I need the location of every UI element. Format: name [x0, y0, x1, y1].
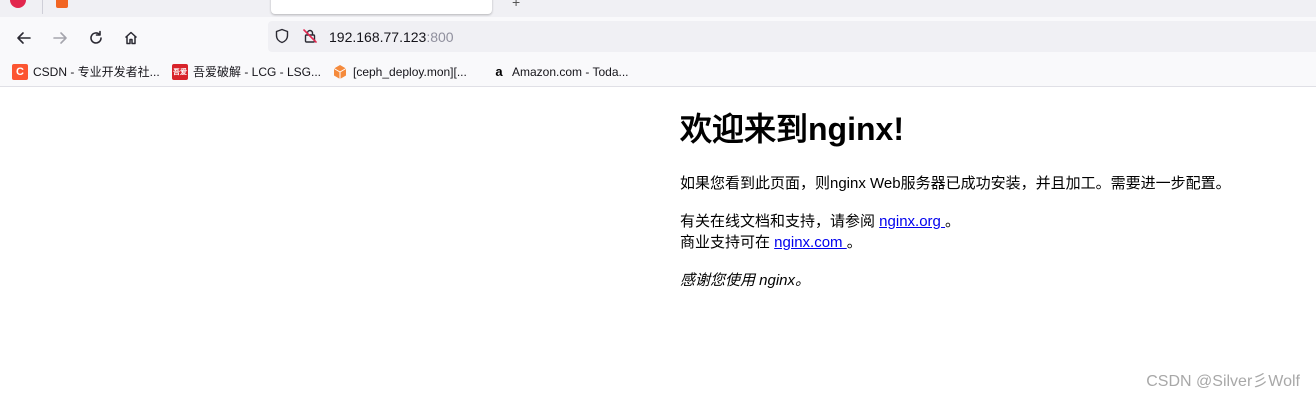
csdn-tab-icon	[56, 0, 68, 8]
commercial-text: 商业支持可在	[680, 234, 775, 251]
bookmark-52pojie[interactable]: 吾爱 吾爱破解 - LCG - LSG...	[172, 63, 321, 81]
watermark: CSDN @Silver彡Wolf	[1146, 373, 1300, 390]
docs-paragraph: 有关在线文档和支持，请参阅 nginx.org 。商业支持可在 nginx.co…	[680, 211, 1250, 253]
url-text[interactable]: 192.168.77.123:800	[329, 29, 454, 45]
tab-inactive[interactable]	[48, 0, 284, 14]
new-tab-icon[interactable]: +	[512, 0, 520, 10]
reload-icon	[90, 30, 102, 44]
bookmark-label: [ceph_deploy.mon][...	[353, 65, 467, 79]
bookmark-label: 吾爱破解 - LCG - LSG...	[193, 65, 322, 79]
url-port: :800	[426, 29, 454, 45]
tab-separator	[42, 0, 43, 14]
back-arrow-icon	[17, 32, 31, 44]
bookmark-csdn[interactable]: C CSDN - 专业开发者社...	[12, 63, 160, 81]
home-icon	[124, 31, 138, 45]
page-title: 欢迎来到nginx!	[680, 111, 904, 147]
intro-paragraph: 如果您看到此页面，则nginx Web服务器已成功安装，并且加工。需要进一步配置…	[680, 175, 1231, 192]
amazon-icon: a	[495, 64, 503, 79]
docs-suffix: 。	[945, 213, 961, 230]
nav-bar: 192.168.77.123:800	[0, 17, 1316, 57]
bookmark-label: CSDN - 专业开发者社...	[33, 65, 160, 79]
52pojie-icon: 吾爱	[172, 64, 188, 80]
bookmark-amazon[interactable]: a Amazon.com - Toda...	[491, 63, 629, 81]
tab-strip: +	[0, 0, 1316, 17]
nginx-com-link[interactable]: nginx.com	[774, 234, 847, 251]
thanks-paragraph: 感谢您使用 nginx。	[680, 272, 811, 289]
back-button[interactable]	[12, 26, 36, 50]
bookmark-ceph[interactable]: [ceph_deploy.mon][...	[332, 63, 467, 81]
firefox-view-icon[interactable]	[10, 0, 26, 8]
cube-icon	[332, 64, 348, 80]
url-host: 192.168.77.123	[329, 29, 427, 45]
page-content: 欢迎来到nginx! 如果您看到此页面，则nginx Web服务器已成功安装，并…	[680, 86, 1250, 291]
insecure-lock-icon[interactable]	[302, 28, 318, 44]
commercial-suffix: 。	[846, 234, 862, 251]
url-bar[interactable]: 192.168.77.123:800	[268, 21, 1316, 52]
reload-button[interactable]	[84, 26, 108, 50]
tab-active[interactable]	[271, 0, 492, 14]
forward-button[interactable]	[48, 26, 72, 50]
shield-icon[interactable]	[274, 28, 290, 44]
bookmarks-bar: C CSDN - 专业开发者社... 吾爱 吾爱破解 - LCG - LSG..…	[0, 57, 1316, 87]
home-button[interactable]	[119, 26, 143, 50]
docs-text: 有关在线文档和支持，请参阅	[680, 213, 880, 230]
bookmark-label: Amazon.com - Toda...	[512, 65, 629, 79]
nginx-org-link[interactable]: nginx.org	[879, 213, 945, 230]
csdn-icon: C	[12, 64, 28, 80]
forward-arrow-icon	[53, 32, 67, 44]
